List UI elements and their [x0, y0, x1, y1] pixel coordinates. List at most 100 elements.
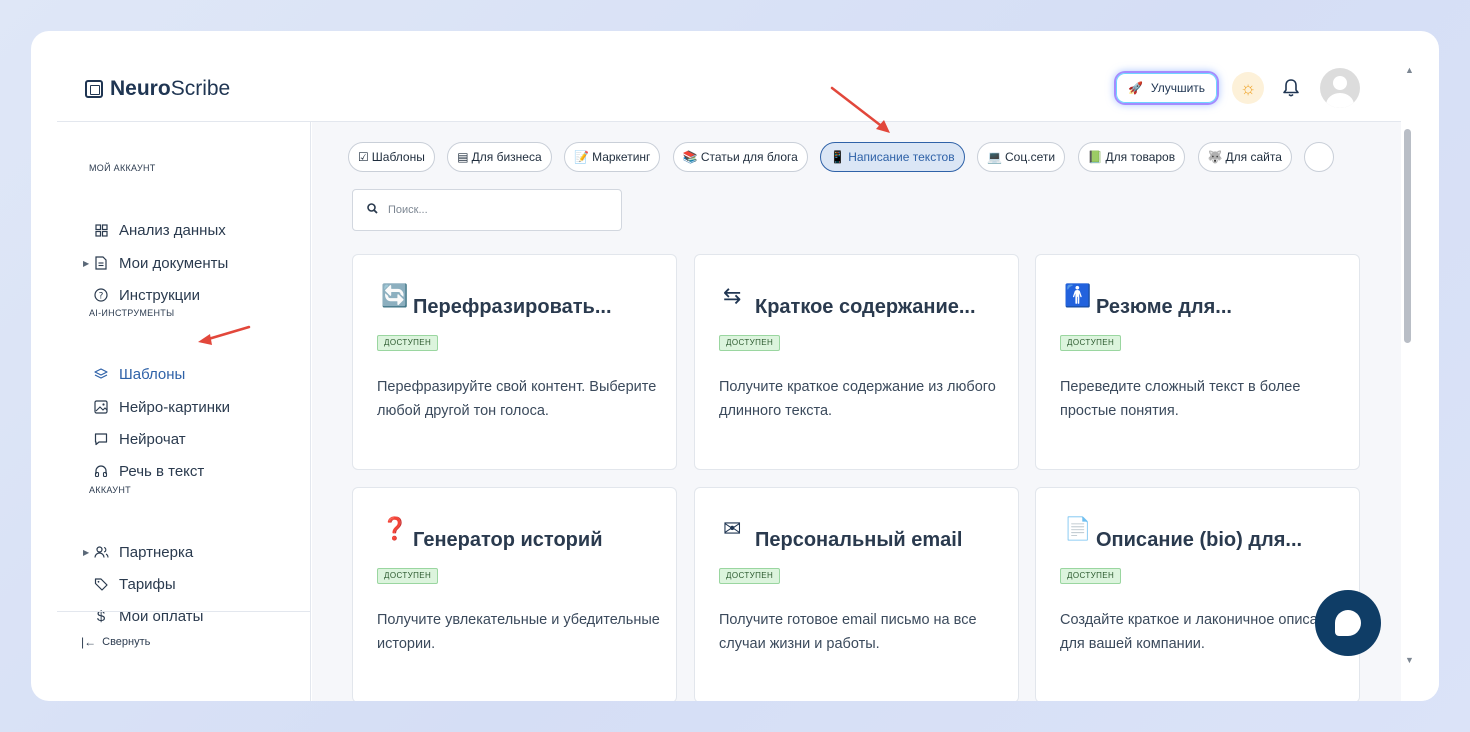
card-title: Резюме для...: [1096, 296, 1232, 318]
upgrade-label: Улучшить: [1150, 81, 1206, 95]
question-bubble-icon: ❓: [381, 516, 409, 541]
main-content: ☑ Шаблоны ▤ Для бизнеса 📝 Маркетинг 📚 Статьи…: [312, 122, 1401, 701]
status-badge: ДОСТУПЕН: [1060, 335, 1122, 351]
sidebar-item-instructions[interactable]: ? Инструкции: [83, 283, 200, 307]
sidebar-item-data-analysis[interactable]: Анализ данных: [83, 218, 226, 242]
top-header: Neuro Scribe 🚀 Улучшить ☼: [31, 31, 1401, 121]
card-description: Переведите сложный текст в более простые…: [1060, 379, 1301, 419]
tab-label: Для бизнеса: [471, 150, 542, 164]
sidebar-item-neuro-images[interactable]: Нейро-картинки: [83, 395, 230, 419]
sidebar-item-my-documents[interactable]: ▶ Мои документы: [83, 251, 228, 275]
sidebar-item-label: Партнерка: [119, 543, 194, 561]
tab-text-writing[interactable]: 📱 Написание текстов: [820, 142, 965, 172]
search-box[interactable]: [352, 189, 622, 231]
search-input[interactable]: [388, 204, 588, 216]
tab-overflow[interactable]: [1304, 142, 1335, 172]
svg-text:?: ?: [99, 291, 104, 301]
laptop-icon: 💻: [987, 150, 1003, 164]
scroll-up-arrow-icon[interactable]: ▲: [1405, 65, 1414, 75]
sidebar: МОЙ АККАУНТ Анализ данных ▶ Мои документ…: [57, 122, 311, 701]
template-card[interactable]: 📄 Описание (bio) для... ДОСТУПЕН Создайт…: [1035, 487, 1360, 701]
tab-label: Маркетинг: [592, 150, 651, 164]
sidebar-item-templates[interactable]: Шаблоны: [83, 362, 185, 386]
card-title: Генератор историй: [413, 529, 603, 551]
tab-social[interactable]: 💻 Соц.сети: [977, 142, 1066, 172]
template-card[interactable]: ✉ Персональный email ДОСТУПЕН Получите г…: [694, 487, 1019, 701]
sidebar-section-title: МОЙ АККАУНТ: [89, 163, 156, 173]
template-card[interactable]: ❓ Генератор историй ДОСТУПЕН Получите ув…: [352, 487, 677, 701]
tab-label: Для сайта: [1225, 150, 1282, 164]
memo-icon: 📝: [574, 150, 590, 164]
status-badge: ДОСТУПЕН: [719, 335, 781, 351]
collapse-label: Свернуть: [102, 636, 151, 648]
collapse-arrow-icon: |←: [81, 635, 97, 649]
theme-toggle-sun-icon[interactable]: ☼: [1232, 72, 1264, 104]
card-description: Создайте краткое и лаконичное описание д…: [1060, 612, 1342, 652]
app-logo[interactable]: Neuro Scribe: [85, 77, 230, 101]
user-avatar[interactable]: [1320, 68, 1360, 108]
headphones-icon: [93, 463, 109, 479]
tag-icon: [93, 576, 109, 592]
sidebar-item-label: Анализ данных: [119, 221, 226, 239]
document-icon: 📄: [1064, 516, 1092, 541]
sidebar-item-neurochat[interactable]: Нейрочат: [83, 427, 186, 451]
sidebar-item-my-payments[interactable]: $ Мои оплаты: [83, 604, 204, 628]
status-badge: ДОСТУПЕН: [719, 568, 781, 584]
tab-label: Соц.сети: [1005, 150, 1056, 164]
notebook-icon: ▤: [457, 150, 469, 164]
tab-business[interactable]: ▤ Для бизнеса: [447, 142, 552, 172]
search-icon: [367, 203, 378, 217]
sidebar-item-label: Инструкции: [119, 286, 201, 304]
category-tabs: ☑ Шаблоны ▤ Для бизнеса 📝 Маркетинг 📚 Статьи…: [348, 142, 1384, 174]
sidebar-item-label: Нейро-картинки: [119, 398, 230, 416]
person-icon: 🚹: [1064, 283, 1092, 308]
logo-rest-text: Scribe: [170, 77, 231, 100]
card-title: Персональный email: [755, 529, 963, 551]
sidebar-item-tariffs[interactable]: Тарифы: [83, 572, 176, 596]
scrollbar-thumb[interactable]: [1404, 129, 1411, 343]
status-badge: ДОСТУПЕН: [1060, 568, 1122, 584]
sidebar-item-label: Шаблоны: [119, 365, 186, 383]
scroll-down-arrow-icon[interactable]: ▼: [1405, 655, 1414, 665]
card-title: Описание (bio) для...: [1096, 529, 1303, 551]
document-icon: [93, 255, 109, 271]
card-description: Перефразируйте свой контент. Выберите лю…: [377, 379, 657, 419]
tab-label: Шаблоны: [371, 150, 425, 164]
annotation-arrow-icon: [198, 325, 251, 345]
refresh-icon: 🔄: [381, 283, 409, 308]
sidebar-section-title: АККАУНТ: [89, 485, 131, 495]
template-card[interactable]: ⇆ Краткое содержание... ДОСТУПЕН Получит…: [694, 254, 1019, 470]
sidebar-item-partners[interactable]: ▶ Партнерка: [83, 540, 193, 564]
notifications-bell-icon[interactable]: [1278, 74, 1304, 102]
tab-marketing[interactable]: 📝 Маркетинг: [564, 142, 661, 172]
tab-label: Написание текстов: [848, 150, 955, 164]
help-circle-icon: ?: [93, 287, 109, 303]
chat-icon: [93, 431, 109, 447]
upgrade-button[interactable]: 🚀 Улучшить: [1116, 73, 1217, 103]
books-icon: 📚: [682, 150, 698, 164]
green-book-icon: 📗: [1087, 150, 1103, 164]
rocket-icon: 🚀: [1127, 81, 1143, 95]
tab-templates[interactable]: ☑ Шаблоны: [348, 142, 435, 172]
card-description: Получите краткое содержание из любого дл…: [719, 379, 996, 419]
template-card[interactable]: 🔄 Перефразировать... ДОСТУПЕН Перефразир…: [352, 254, 677, 470]
tab-website[interactable]: 🐺 Для сайта: [1197, 142, 1292, 172]
app-window: Neuro Scribe 🚀 Улучшить ☼ МОЙ АККАУНТ Ана…: [31, 31, 1439, 701]
expand-caret-icon[interactable]: ▶: [83, 548, 93, 557]
sidebar-divider: [57, 611, 310, 612]
tab-products[interactable]: 📗 Для товаров: [1077, 142, 1186, 172]
layers-icon: [93, 366, 109, 382]
card-title: Краткое содержание...: [755, 296, 976, 318]
phone-icon: 📱: [830, 150, 846, 164]
expand-caret-icon[interactable]: ▶: [83, 259, 93, 268]
chat-bubble-icon: [1335, 610, 1361, 636]
sidebar-item-speech-to-text[interactable]: Речь в текст: [83, 459, 204, 483]
template-card[interactable]: 🚹 Резюме для... ДОСТУПЕН Переведите слож…: [1035, 254, 1360, 470]
annotation-arrow-icon: [830, 86, 890, 133]
tab-blog-articles[interactable]: 📚 Статьи для блога: [672, 142, 808, 172]
card-description: Получите увлекательные и убедительные ис…: [377, 612, 660, 652]
collapse-sidebar-button[interactable]: |← Свернуть: [81, 635, 150, 649]
wolf-icon: 🐺: [1207, 150, 1223, 164]
support-chat-button[interactable]: [1315, 590, 1381, 656]
status-badge: ДОСТУПЕН: [377, 568, 439, 584]
